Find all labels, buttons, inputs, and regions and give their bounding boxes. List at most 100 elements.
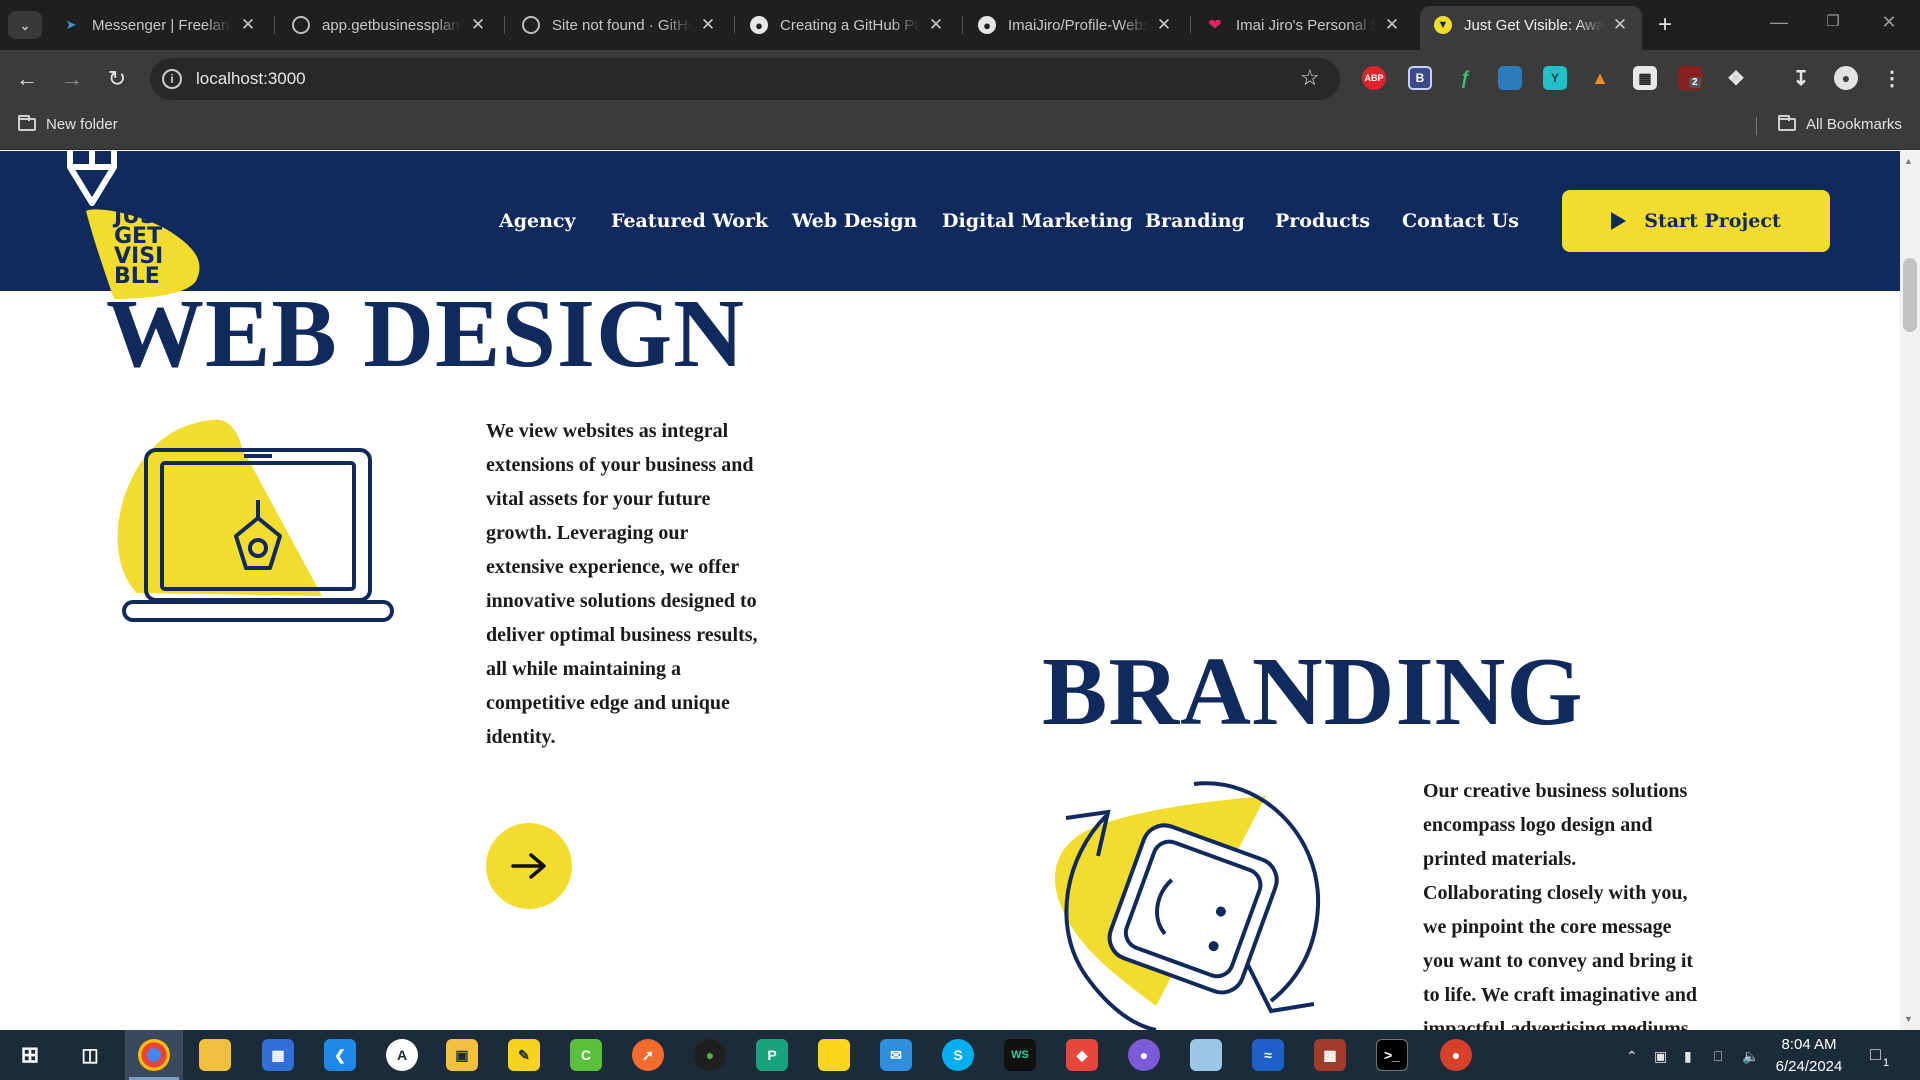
- skype-icon[interactable]: S: [942, 1039, 974, 1071]
- vscode-icon[interactable]: ❮: [324, 1039, 356, 1071]
- b-extension-label: B: [1415, 71, 1425, 85]
- tab-just-get-visible[interactable]: ▼ Just Get Visible: Award ✕: [1420, 6, 1642, 50]
- restore-button[interactable]: ❐: [1818, 12, 1848, 30]
- text-line: extensive experience, we offer: [486, 556, 740, 578]
- close-icon[interactable]: ✕: [926, 15, 946, 35]
- globe-icon: [522, 16, 540, 34]
- battery-icon[interactable]: ▮: [1684, 1048, 1692, 1065]
- tab-search-button[interactable]: ⌄: [8, 11, 42, 39]
- close-icon[interactable]: ✕: [698, 15, 718, 35]
- close-window-button[interactable]: ✕: [1874, 12, 1904, 33]
- close-icon[interactable]: ✕: [1610, 15, 1630, 35]
- postman-icon[interactable]: ➚: [632, 1039, 664, 1071]
- file-explorer-icon[interactable]: [199, 1039, 231, 1071]
- nav-featured-work[interactable]: Featured Work: [611, 210, 768, 232]
- meet-now-icon[interactable]: ▣: [1654, 1048, 1667, 1065]
- text-line: Our creative business solutions: [1423, 780, 1688, 802]
- winrar-icon[interactable]: ▩: [1314, 1039, 1346, 1071]
- back-button[interactable]: ←: [12, 64, 42, 94]
- menu-dots-icon[interactable]: ⋮: [1880, 66, 1904, 90]
- pycharm-icon[interactable]: P: [756, 1039, 788, 1071]
- text-line: you want to convey and bring it: [1423, 950, 1694, 972]
- web-design-more-button[interactable]: [486, 823, 572, 909]
- webstorm-icon[interactable]: WS: [1004, 1039, 1036, 1071]
- plus-icon: +: [1657, 11, 1672, 38]
- microsoft-store-icon[interactable]: ▦: [262, 1039, 294, 1071]
- bookmark-folder-new[interactable]: New folder: [18, 115, 118, 133]
- nav-branding[interactable]: Branding: [1145, 210, 1245, 232]
- extensions-puzzle-icon[interactable]: ❖: [1724, 66, 1748, 90]
- tab-github-pages[interactable]: ● Creating a GitHub Pages ✕: [736, 6, 958, 44]
- close-icon[interactable]: ✕: [468, 15, 488, 35]
- scroll-down-icon[interactable]: ▼: [1904, 1014, 1913, 1024]
- bookmark-folder-label: New folder: [46, 116, 118, 133]
- nav-web-design[interactable]: Web Design: [792, 210, 917, 232]
- url-text[interactable]: localhost:3000: [196, 69, 306, 89]
- forward-button[interactable]: →: [57, 64, 87, 94]
- feather-extension-icon[interactable]: ƒ: [1453, 66, 1477, 90]
- postman-active-icon[interactable]: ●: [1440, 1039, 1472, 1071]
- nav-products[interactable]: Products: [1275, 210, 1370, 232]
- nav-contact-us[interactable]: Contact Us: [1402, 210, 1519, 232]
- text-line: vital assets for your future: [486, 488, 711, 510]
- bookmark-star-icon[interactable]: ☆: [1300, 65, 1320, 91]
- logo-wordmark: JUST GET VISI BLE: [114, 206, 194, 288]
- app-store-icon[interactable]: A: [386, 1039, 418, 1071]
- scrollbar-thumb[interactable]: [1903, 258, 1917, 332]
- tab-profile-website[interactable]: ● ImaiJiro/Profile-Website ✕: [964, 6, 1186, 44]
- b-extension-icon[interactable]: B: [1408, 66, 1432, 90]
- new-tab-button[interactable]: +: [1650, 10, 1680, 40]
- start-project-label: Start Project: [1644, 210, 1781, 232]
- site-logo[interactable]: JUST GET VISI BLE: [66, 151, 206, 301]
- ublock-icon[interactable]: 2: [1678, 66, 1702, 90]
- blue-square-extension-icon[interactable]: [1498, 66, 1522, 90]
- tray-chevron-up-icon[interactable]: ⌃: [1626, 1048, 1638, 1065]
- close-icon: ✕: [1881, 12, 1897, 32]
- profile-avatar-icon[interactable]: ●: [1834, 66, 1858, 90]
- volume-icon[interactable]: 🔈: [1742, 1048, 1759, 1065]
- close-icon[interactable]: ✕: [238, 15, 258, 35]
- ghost-app-icon[interactable]: ●: [1128, 1039, 1160, 1071]
- minimize-button[interactable]: —: [1764, 12, 1794, 33]
- notifications-icon[interactable]: □: [1870, 1044, 1881, 1065]
- mail-icon[interactable]: ✉: [880, 1039, 912, 1071]
- blue-app-icon[interactable]: ≈: [1252, 1039, 1284, 1071]
- reload-icon: ↻: [107, 66, 127, 91]
- all-bookmarks-button[interactable]: All Bookmarks: [1778, 115, 1902, 133]
- nav-agency[interactable]: Agency: [499, 210, 576, 232]
- scroll-up-icon[interactable]: ▲: [1904, 156, 1913, 166]
- windows-start-icon[interactable]: ⊞: [14, 1039, 46, 1071]
- tab-personal-site[interactable]: ❤ Imai Jiro's Personal Site ✕: [1192, 6, 1414, 44]
- qr-code-icon[interactable]: ▦: [1633, 66, 1657, 90]
- start-project-button[interactable]: Start Project: [1562, 190, 1830, 252]
- heart-icon: ❤: [1208, 17, 1222, 34]
- site-info-icon[interactable]: i: [162, 69, 182, 89]
- text-line: impactful advertising mediums: [1423, 1018, 1689, 1030]
- git-icon[interactable]: ◆: [1066, 1039, 1098, 1071]
- network-icon[interactable]: ⎕: [1714, 1048, 1722, 1065]
- chrome-icon[interactable]: [138, 1039, 170, 1071]
- camtasia-icon[interactable]: C: [570, 1039, 602, 1071]
- download-icon[interactable]: ↧: [1789, 66, 1813, 90]
- pencil-app-icon[interactable]: ✎: [508, 1039, 540, 1071]
- y-extension-icon[interactable]: Y: [1543, 66, 1567, 90]
- sticky-notes-icon[interactable]: [818, 1039, 850, 1071]
- terminal-icon[interactable]: >_: [1376, 1039, 1408, 1071]
- nav-digital-marketing[interactable]: Digital Marketing: [942, 210, 1133, 232]
- mongodb-icon[interactable]: ●: [694, 1039, 726, 1071]
- address-bar[interactable]: [150, 58, 1340, 100]
- close-icon[interactable]: ✕: [1154, 15, 1174, 35]
- metamask-icon[interactable]: ▲: [1588, 66, 1612, 90]
- close-icon[interactable]: ✕: [1382, 15, 1402, 35]
- tab-site-not-found[interactable]: Site not found · GitHub ✕: [508, 6, 730, 44]
- taskbar-clock[interactable]: 8:04 AM 6/24/2024: [1764, 1034, 1854, 1078]
- text-line: growth. Leveraging our: [486, 522, 689, 544]
- reload-button[interactable]: ↻: [102, 64, 132, 94]
- tab-messenger[interactable]: ➤ Messenger | Freelancer ✕: [48, 6, 270, 44]
- yellow-app-icon[interactable]: ▣: [446, 1039, 478, 1071]
- webstorm-label: WS: [1011, 1049, 1029, 1061]
- task-view-icon[interactable]: ◫: [74, 1039, 106, 1071]
- notes-app-icon[interactable]: [1190, 1039, 1222, 1071]
- tab-getbusinessplan[interactable]: app.getbusinessplan ✕: [278, 6, 500, 44]
- adblock-plus-icon[interactable]: ABP: [1362, 66, 1386, 90]
